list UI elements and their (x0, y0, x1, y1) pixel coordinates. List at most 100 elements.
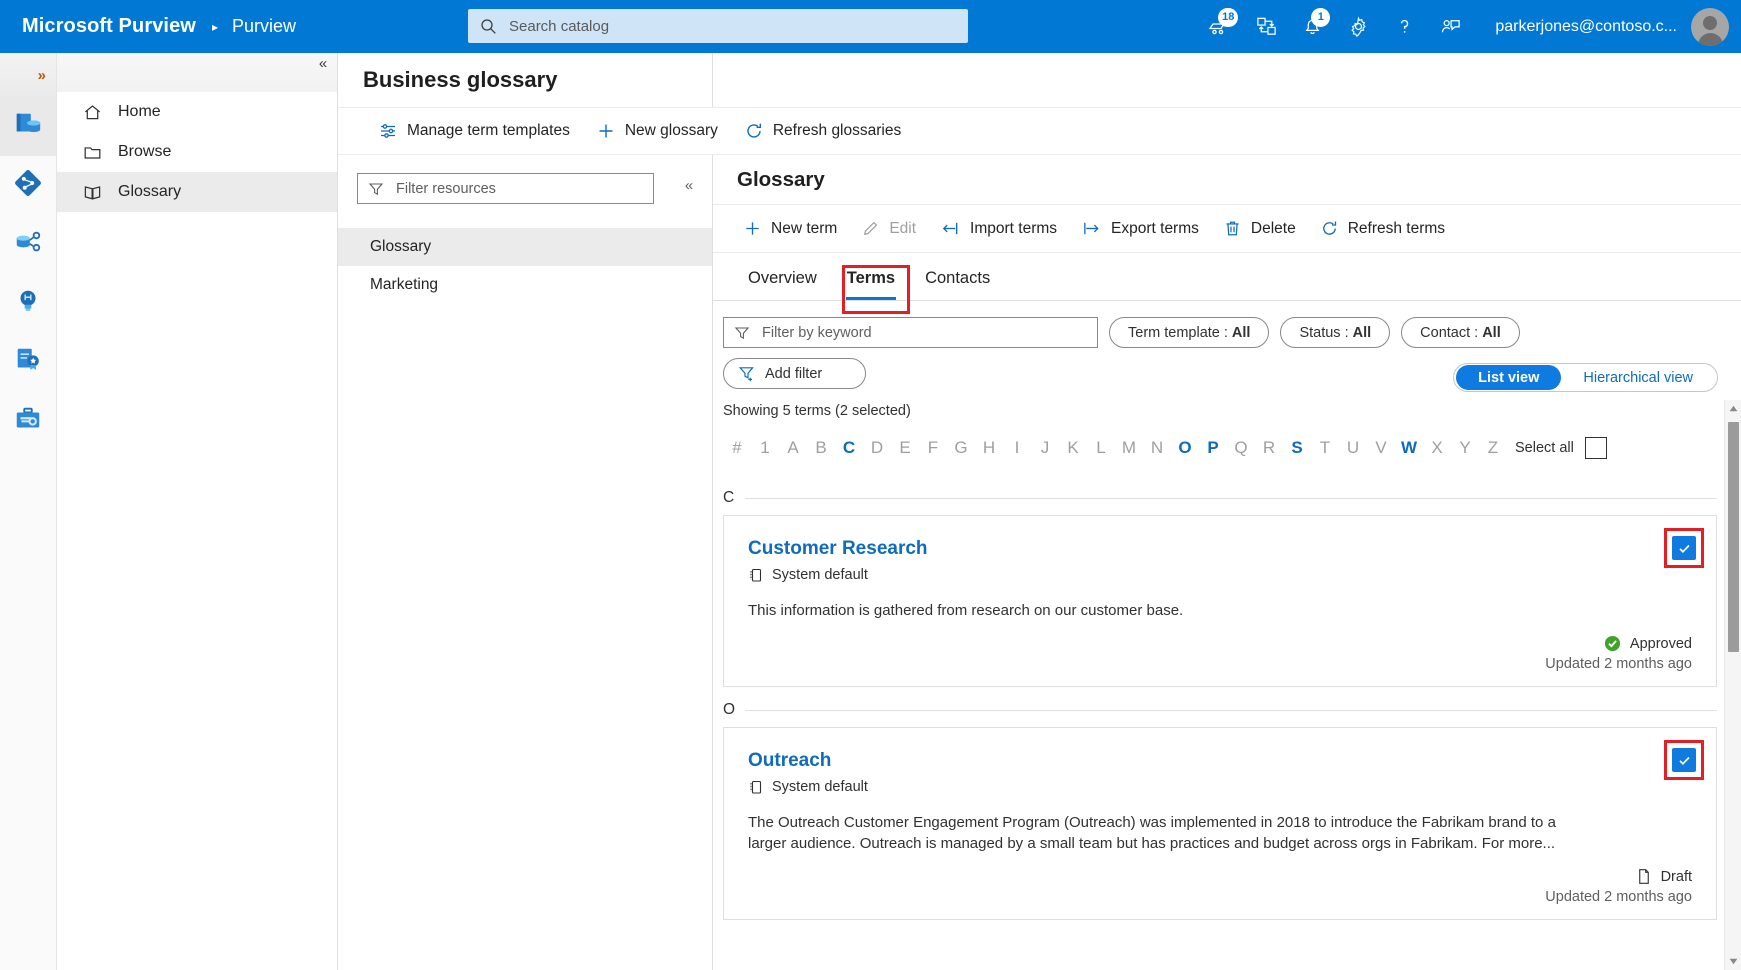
term-select-checkbox[interactable] (1672, 536, 1696, 560)
tab-contacts[interactable]: Contacts (910, 256, 1005, 300)
terms-scrollbar[interactable] (1724, 400, 1741, 970)
alpha-u: U (1346, 438, 1360, 457)
alpha-s[interactable]: S (1283, 438, 1311, 458)
add-filter-button[interactable]: Add filter (723, 358, 866, 389)
group-letter: C (723, 489, 735, 506)
avatar[interactable] (1691, 7, 1729, 46)
filter-pill-status[interactable]: Status : All (1280, 317, 1391, 348)
term-status-label: Draft (1660, 868, 1692, 885)
rail-item-data-catalog[interactable] (0, 97, 56, 156)
term-name-link[interactable]: Customer Research (748, 538, 928, 560)
export-terms-button[interactable]: Export terms (1071, 212, 1209, 246)
top-app-bar: Microsoft Purview ▸ Purview 18 1 (0, 0, 1741, 53)
resource-item-glossary[interactable]: Glossary (338, 228, 712, 266)
rail-item-data-insights[interactable] (0, 274, 56, 333)
resource-item-marketing[interactable]: Marketing (338, 266, 712, 304)
cart-icon[interactable]: 18 (1197, 0, 1243, 53)
nav-item-label: Home (118, 103, 161, 120)
tab-terms[interactable]: Terms (832, 256, 910, 300)
list-view-button[interactable]: List view (1456, 365, 1562, 390)
filter-resources-box[interactable] (357, 173, 654, 204)
refresh-terms-button[interactable]: Refresh terms (1310, 212, 1455, 246)
rail-item-management[interactable] (0, 392, 56, 451)
term-name-link[interactable]: Outreach (748, 750, 831, 772)
alpha-g: G (954, 438, 968, 457)
alpha-m: M (1121, 438, 1137, 457)
nav-pane-header (57, 53, 337, 92)
settings-gear-icon[interactable] (1335, 0, 1381, 53)
brand-area[interactable]: Microsoft Purview ▸ Purview (0, 15, 296, 38)
alpha-hash: # (732, 438, 742, 457)
select-all-checkbox[interactable] (1584, 437, 1607, 459)
manage-term-templates-button[interactable]: Manage term templates (368, 113, 580, 149)
showing-terms-count: Showing 5 terms (2 selected) (723, 403, 911, 419)
alpha-l: L (1096, 438, 1106, 457)
alpha-c[interactable]: C (835, 438, 863, 458)
alpha-w[interactable]: W (1395, 438, 1423, 458)
filter-pill-contact[interactable]: Contact : All (1401, 317, 1520, 348)
alpha-t: T (1319, 438, 1331, 457)
top-bar-icon-group: 18 1 parkerjones@contoso.c... (1197, 0, 1741, 53)
filter-resources-input[interactable] (394, 179, 643, 198)
command-label: New glossary (624, 122, 718, 139)
user-account-area[interactable]: parkerjones@contoso.c... (1473, 7, 1741, 46)
nav-collapse-button[interactable]: « (310, 50, 336, 76)
term-description: The Outreach Customer Engagement Program… (748, 814, 1556, 852)
feedback-icon[interactable] (1427, 0, 1473, 53)
nav-item-label: Glossary (118, 183, 182, 200)
alpha-p[interactable]: P (1199, 438, 1227, 458)
rail-expand-button[interactable]: » (0, 53, 56, 97)
refresh-glossaries-button[interactable]: Refresh glossaries (734, 113, 911, 149)
rail-item-data-sharing[interactable] (0, 215, 56, 274)
toggle-label: List view (1478, 369, 1540, 386)
nav-item-browse[interactable]: Browse (57, 132, 337, 172)
left-nav-pane: Home Browse Glossary (57, 53, 338, 970)
rail-item-data-policy[interactable] (0, 333, 56, 392)
term-template-label: System default (772, 779, 868, 795)
management-icon (13, 404, 43, 439)
select-all-label: Select all (1515, 440, 1574, 456)
new-term-button[interactable]: New term (733, 212, 847, 246)
command-label: Import terms (970, 219, 1058, 237)
rail-item-data-map[interactable] (0, 156, 56, 215)
breadcrumb-account-name: Purview (232, 16, 297, 36)
alpha-i: I (1014, 438, 1020, 457)
term-card[interactable]: Outreach System default The Outreach Cus… (723, 727, 1717, 920)
filter-by-keyword-box[interactable] (723, 317, 1098, 348)
pill-label: Term template : (1128, 324, 1228, 341)
tab-overview[interactable]: Overview (733, 256, 832, 300)
hierarchical-view-button[interactable]: Hierarchical view (1561, 365, 1715, 390)
term-card[interactable]: Customer Research System default This in… (723, 515, 1717, 687)
nav-item-glossary[interactable]: Glossary (57, 172, 337, 212)
term-template-row: System default (748, 567, 1692, 583)
sliders-icon (378, 121, 398, 141)
filter-by-keyword-input[interactable] (760, 323, 1087, 342)
page-title: Business glossary (338, 53, 1741, 108)
search-catalog-box[interactable] (468, 9, 968, 43)
data-insights-icon (13, 286, 43, 321)
tab-label: Contacts (925, 268, 991, 287)
term-template-label: System default (772, 567, 868, 583)
command-label: Manage term templates (407, 122, 570, 139)
alpha-k: K (1067, 438, 1079, 457)
command-label: Refresh terms (1347, 219, 1446, 237)
alpha-e: E (899, 438, 911, 457)
switch-account-icon[interactable] (1243, 0, 1289, 53)
scroll-down-arrow-icon[interactable] (1725, 953, 1741, 970)
tab-label: Terms (846, 268, 896, 287)
import-terms-button[interactable]: Import terms (930, 212, 1067, 246)
new-glossary-button[interactable]: New glossary (586, 113, 728, 149)
term-select-checkbox[interactable] (1672, 748, 1696, 772)
add-filter-label: Add filter (765, 365, 823, 382)
search-input[interactable] (507, 16, 956, 36)
scrollbar-thumb[interactable] (1728, 422, 1739, 652)
alpha-o[interactable]: O (1171, 438, 1199, 458)
help-question-icon[interactable] (1381, 0, 1427, 53)
notifications-bell-icon[interactable]: 1 (1289, 0, 1335, 53)
edit-button[interactable]: Edit (851, 212, 926, 246)
nav-item-home[interactable]: Home (57, 92, 337, 132)
delete-button[interactable]: Delete (1213, 212, 1306, 246)
scroll-up-arrow-icon[interactable] (1725, 400, 1741, 417)
resource-pane-collapse-button[interactable]: « (676, 172, 702, 198)
filter-pill-term-template[interactable]: Term template : All (1109, 317, 1270, 348)
